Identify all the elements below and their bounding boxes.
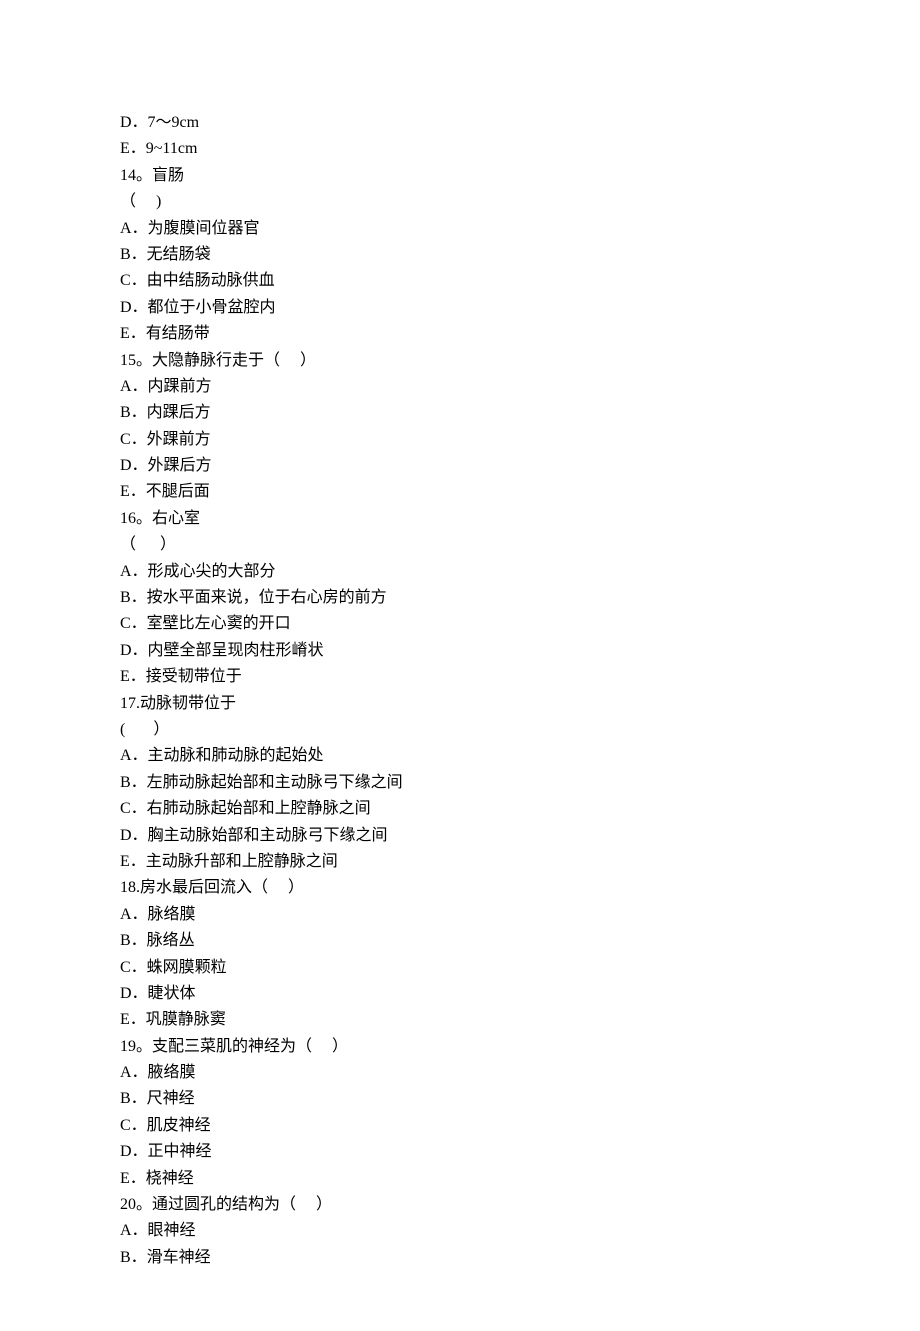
- text-line: 16。右心室: [120, 506, 800, 532]
- text-line: E．主动脉升部和上腔静脉之间: [120, 849, 800, 875]
- text-line: B．无结肠袋: [120, 242, 800, 268]
- text-line: A．为腹膜间位器官: [120, 216, 800, 242]
- text-line: D．7～9cm: [120, 110, 800, 136]
- text-line: A．主动脉和肺动脉的起始处: [120, 743, 800, 769]
- document-body: D．7～9cmE．9~11cm14。盲肠（ )A．为腹膜间位器官B．无结肠袋C．…: [120, 110, 800, 1271]
- text-line: A．眼神经: [120, 1218, 800, 1244]
- text-line: B．按水平面来说，位于右心房的前方: [120, 585, 800, 611]
- text-line: ( ）: [120, 717, 800, 743]
- text-line: 19。支配三菜肌的神经为（ ）: [120, 1034, 800, 1060]
- text-line: E．巩膜静脉窦: [120, 1007, 800, 1033]
- text-line: C．外踝前方: [120, 427, 800, 453]
- text-line: （ ): [120, 189, 800, 215]
- text-line: C．由中结肠动脉供血: [120, 268, 800, 294]
- text-line: D．都位于小骨盆腔内: [120, 295, 800, 321]
- text-line: D．内壁全部呈现肉柱形嵴状: [120, 638, 800, 664]
- text-line: E．9~11cm: [120, 136, 800, 162]
- text-line: D．外踝后方: [120, 453, 800, 479]
- text-line: A．形成心尖的大部分: [120, 559, 800, 585]
- text-line: B．内踝后方: [120, 400, 800, 426]
- text-line: D．睫状体: [120, 981, 800, 1007]
- text-line: 17.动脉韧带位于: [120, 691, 800, 717]
- text-line: D．胸主动脉始部和主动脉弓下缘之间: [120, 823, 800, 849]
- text-line: E．有结肠带: [120, 321, 800, 347]
- text-line: A．内踝前方: [120, 374, 800, 400]
- text-line: （ ）: [120, 532, 800, 558]
- text-line: B．尺神经: [120, 1086, 800, 1112]
- text-line: E．不腿后面: [120, 479, 800, 505]
- text-line: C．右肺动脉起始部和上腔静脉之间: [120, 796, 800, 822]
- text-line: B．左肺动脉起始部和主动脉弓下缘之间: [120, 770, 800, 796]
- text-line: 18.房水最后回流入（ ）: [120, 875, 800, 901]
- text-line: 14。盲肠: [120, 163, 800, 189]
- text-line: A．腋络膜: [120, 1060, 800, 1086]
- text-line: E．桡神经: [120, 1166, 800, 1192]
- text-line: E．接受韧带位于: [120, 664, 800, 690]
- text-line: 20。通过圆孔的结构为（ ）: [120, 1192, 800, 1218]
- text-line: 15。大隐静脉行走于（ ）: [120, 348, 800, 374]
- text-line: D．正中神经: [120, 1139, 800, 1165]
- text-line: B．脉络丛: [120, 928, 800, 954]
- text-line: C．肌皮神经: [120, 1113, 800, 1139]
- text-line: C．蛛网膜颗粒: [120, 955, 800, 981]
- text-line: C．室壁比左心窦的开口: [120, 611, 800, 637]
- text-line: A．脉络膜: [120, 902, 800, 928]
- text-line: B．滑车神经: [120, 1245, 800, 1271]
